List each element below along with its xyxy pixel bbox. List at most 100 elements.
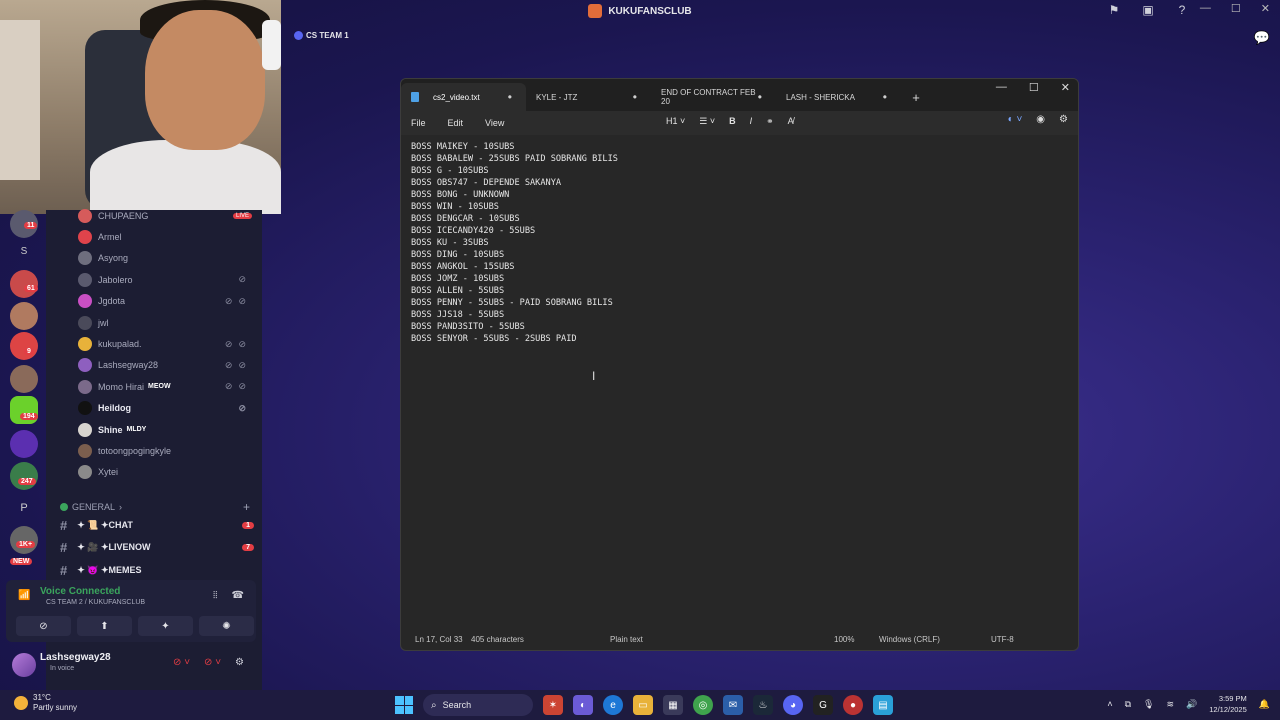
notepad-text-area[interactable]: BOSS MAIKEY - 10SUBS BOSS BABALEW - 25SUB…	[411, 141, 618, 345]
add-channel-icon[interactable]: +	[243, 500, 250, 514]
edge-icon[interactable]: e	[603, 695, 623, 715]
line-ending[interactable]: Windows (CRLF)	[879, 635, 940, 644]
avatar[interactable]	[12, 653, 36, 677]
member-item[interactable]: Lashsegway28 ⊘⊘	[46, 355, 262, 376]
server-icon[interactable]	[10, 332, 38, 360]
tab-end-of-contract[interactable]: END OF CONTRACT FEB 20 •	[651, 83, 776, 111]
file-explorer-icon[interactable]: ▭	[633, 695, 653, 715]
camera-off-button[interactable]: ⊘	[16, 616, 71, 636]
noise-suppression-icon[interactable]: ⦙⦙	[213, 590, 217, 601]
cursor-position: Ln 17, Col 33	[415, 634, 463, 644]
member-item[interactable]: Jabolero ⊘	[46, 269, 262, 290]
menu-edit[interactable]: Edit	[448, 118, 464, 128]
member-item[interactable]: Heildog ⊘	[46, 398, 262, 419]
member-item[interactable]: Momo Hirai MEOW ⊘⊘	[46, 376, 262, 397]
italic-icon[interactable]: I	[750, 116, 753, 127]
unsaved-dot-icon[interactable]: •	[508, 90, 512, 104]
server-icon[interactable]	[10, 430, 38, 458]
category-general[interactable]: GENERAL › +	[60, 500, 250, 514]
soundboard-button[interactable]: ✺	[199, 616, 254, 636]
obs-icon[interactable]: ●	[843, 695, 863, 715]
copilot-icon[interactable]: ◐ ˅	[1008, 114, 1023, 125]
activities-button[interactable]: ✦	[138, 616, 193, 636]
app-icon[interactable]: G	[813, 695, 833, 715]
gear-icon[interactable]: ⚙	[1059, 114, 1068, 125]
store-icon[interactable]: ▦	[663, 695, 683, 715]
server-letter[interactable]: P	[10, 494, 38, 522]
copilot-app-icon[interactable]: ◐	[573, 695, 593, 715]
volume-icon[interactable]: 🔊	[1186, 699, 1197, 710]
server-icon[interactable]	[10, 270, 38, 298]
zoom-level[interactable]: 100%	[834, 635, 854, 644]
server-icon[interactable]	[10, 462, 38, 490]
voice-channel-label[interactable]: CS TEAM 1	[294, 31, 349, 40]
unsaved-dot-icon[interactable]: •	[883, 90, 887, 104]
notepad-icon[interactable]: ▤	[873, 695, 893, 715]
tray-app-icon[interactable]: ⧉	[1125, 699, 1131, 710]
server-icon[interactable]	[10, 302, 38, 330]
unsaved-dot-icon[interactable]: •	[633, 90, 637, 104]
minimize-icon[interactable]: —	[996, 81, 1007, 94]
link-icon[interactable]: ⚭	[766, 116, 774, 127]
maximize-icon[interactable]: ☐	[1231, 2, 1241, 15]
member-item[interactable]: kukupalad. ⊘⊘	[46, 333, 262, 354]
new-tab-button[interactable]: +	[901, 83, 931, 111]
text-format[interactable]: Plain text	[610, 635, 643, 644]
mic-icon[interactable]: 🎙	[1143, 699, 1154, 710]
chevron-up-icon[interactable]: ˄	[1107, 699, 1112, 709]
help-icon[interactable]: ?	[1174, 3, 1190, 17]
wifi-icon[interactable]: ≋	[1166, 699, 1174, 710]
member-item[interactable]: totoongpogingkyle	[46, 440, 262, 461]
voice-connected-panel: 📶 Voice Connected CS TEAM 2 / KUKUFANSCL…	[6, 580, 256, 642]
temperature: 31°C	[33, 693, 51, 702]
screen-share-button[interactable]: ⬆	[77, 616, 132, 636]
widget-app-icon[interactable]: ✶	[543, 695, 563, 715]
taskbar-search[interactable]: ⌕ Search	[423, 694, 533, 716]
outlook-icon[interactable]: ✉	[723, 695, 743, 715]
mic-muted-icon[interactable]: ⊘ ˅	[173, 657, 190, 668]
voice-channel-path[interactable]: CS TEAM 2 / KUKUFANSCLUB	[46, 599, 145, 606]
unsaved-dot-icon[interactable]: •	[758, 90, 762, 104]
member-item[interactable]: Shine MLDY	[46, 419, 262, 440]
close-icon[interactable]: ✕	[1061, 81, 1070, 94]
headphones-deafened-icon[interactable]: ⊘ ˅	[204, 657, 221, 668]
menu-view[interactable]: View	[485, 118, 504, 128]
inbox-icon[interactable]: ▣	[1140, 3, 1156, 17]
member-item[interactable]: Asyong	[46, 248, 262, 269]
chrome-icon[interactable]: ◎	[693, 695, 713, 715]
clear-format-icon[interactable]: A̸	[788, 116, 794, 127]
list-dropdown-icon[interactable]: ☰ ˅	[699, 116, 715, 127]
channel-memes[interactable]: # ✦ 😈 ✦MEMES	[60, 560, 254, 580]
member-item[interactable]: Xytei	[46, 462, 262, 483]
member-item[interactable]: Armel	[46, 226, 262, 247]
gear-icon[interactable]: ⚙	[235, 657, 244, 668]
member-item[interactable]: jwl	[46, 312, 262, 333]
clock[interactable]: 3:59 PM 12/12/2025	[1209, 693, 1247, 715]
weather-widget[interactable]: 31°C Partly sunny	[14, 693, 77, 713]
channel-chat[interactable]: # ✦ 📜 ✦CHAT 1	[60, 515, 254, 535]
maximize-icon[interactable]: ☐	[1029, 81, 1039, 94]
heading-dropdown[interactable]: H1 ˅	[666, 116, 685, 127]
server-icon[interactable]	[10, 526, 38, 554]
steam-icon[interactable]: ♨	[753, 695, 773, 715]
tab-cs2-video[interactable]: cs2_video.txt •	[401, 83, 526, 111]
bold-icon[interactable]: B	[729, 116, 736, 127]
tab-lash-shericka[interactable]: LASH - SHERICKA •	[776, 83, 901, 111]
tab-kyle-jtz[interactable]: KYLE - JTZ •	[526, 83, 651, 111]
flag-icon[interactable]: ⚑	[1106, 3, 1122, 17]
channel-livenow[interactable]: # ✦ 🎥 ✦LIVENOW 7	[60, 537, 254, 557]
discord-icon[interactable]: ◕	[783, 695, 803, 715]
disconnect-icon[interactable]: ☎	[232, 590, 244, 601]
close-icon[interactable]: ✕	[1261, 2, 1270, 15]
member-item[interactable]: CHUPAENG LIVE	[46, 205, 262, 226]
encoding[interactable]: UTF-8	[991, 635, 1014, 644]
server-icon[interactable]	[10, 365, 38, 393]
account-icon[interactable]: ◉	[1036, 114, 1045, 125]
member-item[interactable]: Jgdota ⊘⊘	[46, 291, 262, 312]
server-letter[interactable]: S	[10, 238, 38, 266]
minimize-icon[interactable]: —	[1200, 2, 1211, 15]
menu-file[interactable]: File	[411, 118, 426, 128]
windows-start-icon[interactable]	[395, 696, 413, 714]
notification-icon[interactable]: 🔔	[1259, 699, 1270, 710]
chat-icon[interactable]: 💬	[1254, 30, 1270, 46]
